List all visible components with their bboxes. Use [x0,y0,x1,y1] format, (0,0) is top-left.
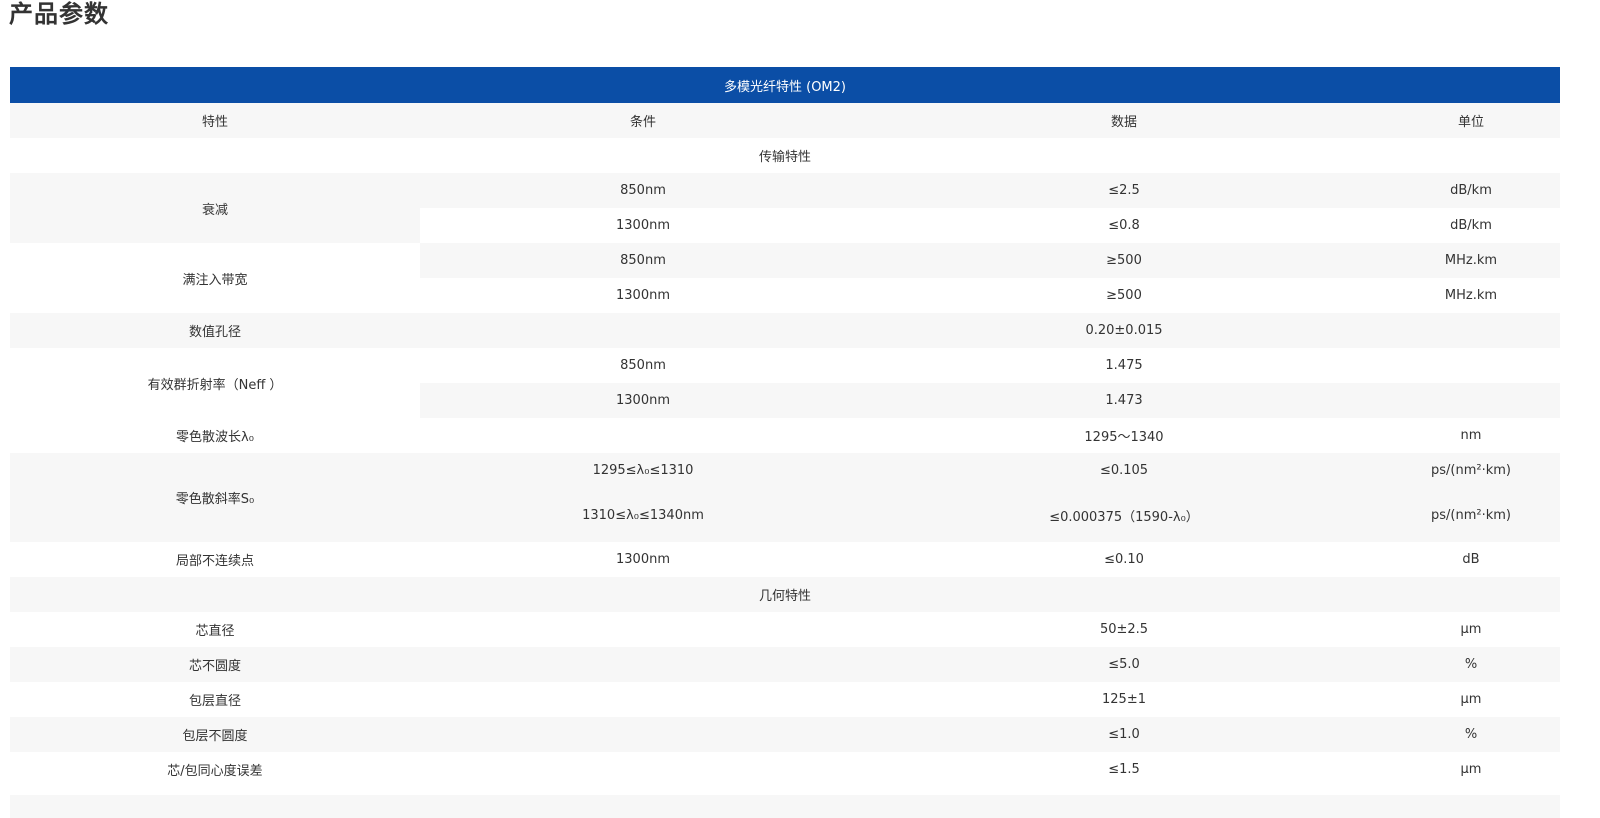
core-diameter-unit: μm [1460,622,1482,637]
concentricity-error-unit: μm [1460,762,1482,777]
group-index-unit [1382,348,1560,383]
point-discontinuity-value: ≤0.10 [1104,552,1144,567]
cladding-noncircularity-name: 包层不圆度 [182,729,248,744]
table-title: 多模光纤特性 (OM2) [10,67,1560,103]
group-index-condition: 1300nm [616,393,670,408]
core-noncircularity-name: 芯不圆度 [188,659,241,674]
bandwidth-condition: 850nm [620,253,666,268]
table-row: 局部不连续点 1300nm ≤0.10 dB [10,542,1560,577]
table-row: 芯直径 50±2.5 μm [10,612,1560,647]
zero-dispersion-wavelength-value: 1295～1340 [1084,430,1164,445]
table-row: 芯不圆度 ≤5.0 % [10,647,1560,682]
group-index-name: 有效群折射率（Neff ） [10,348,420,418]
table-header-row: 特性 条件 数据 单位 [10,103,1560,138]
attenuation-name: 衰减 [10,173,420,243]
group-index-unit [1382,383,1560,418]
bandwidth-unit: MHz.km [1444,288,1498,303]
header-unit: 单位 [1457,115,1484,130]
attenuation-unit: dB/km [1450,183,1492,198]
section-transmission: 传输特性 [758,150,811,165]
zero-dispersion-slope-condition: 1310≤λ₀≤1340nm [420,488,866,542]
table-row: 零色散波长λ₀ 1295～1340 nm [10,418,1560,453]
numerical-aperture-unit [1382,313,1560,348]
table-row: 有效群折射率（Neff ） 850nm 1.475 [10,348,1560,418]
cladding-noncircularity-value: ≤1.0 [1108,727,1140,742]
section-geometry: 几何特性 [758,589,811,604]
zero-dispersion-slope-value: ≤0.000375（1590-λ₀） [866,488,1382,542]
concentricity-error-condition [420,752,866,787]
numerical-aperture-value: 0.20±0.015 [1085,323,1163,338]
section-row-transmission: 传输特性 [10,138,1560,173]
zero-dispersion-wavelength-name: 零色散波长λ₀ [176,430,254,445]
spec-table: 多模光纤特性 (OM2) 特性 条件 数据 单位 传输特性 衰减 850nm ≤… [10,67,1560,787]
group-index-value: 1.475 [1105,358,1143,373]
attenuation-value: ≤0.8 [1108,218,1140,233]
bandwidth-name: 满注入带宽 [10,243,420,313]
header-data: 数据 [1110,115,1137,130]
core-noncircularity-condition [420,647,866,682]
zero-dispersion-slope-condition: 1295≤λ₀≤1310 [592,463,694,478]
group-index-condition: 850nm [620,358,666,373]
bandwidth-unit: MHz.km [1444,253,1498,268]
table-row: 包层不圆度 ≤1.0 % [10,717,1560,752]
core-noncircularity-value: ≤5.0 [1108,657,1140,672]
table-title-row: 多模光纤特性 (OM2) [10,67,1560,103]
cladding-noncircularity-condition [420,717,866,752]
core-noncircularity-unit: % [1464,657,1478,672]
cladding-noncircularity-unit: % [1464,727,1478,742]
table-row: 包层直径 125±1 μm [10,682,1560,717]
numerical-aperture-name: 数值孔径 [188,325,241,340]
table-row: 衰减 850nm ≤2.5 dB/km [10,173,1560,243]
core-diameter-name: 芯直径 [195,624,235,639]
table-continuation-row [10,795,1560,818]
bandwidth-condition: 1300nm [616,288,670,303]
zero-dispersion-wavelength-unit: nm [1460,428,1482,443]
point-discontinuity-condition: 1300nm [616,552,670,567]
table-row: 零色散斜率S₀ 1295≤λ₀≤1310 ≤0.105 ps/(nm²·km) [10,453,1560,542]
numerical-aperture-condition [420,313,866,348]
cladding-diameter-condition [420,682,866,717]
page-title: 产品参数 [9,0,109,28]
attenuation-condition: 1300nm [616,218,670,233]
cladding-diameter-value: 125±1 [1102,692,1146,707]
zero-dispersion-slope-name: 零色散斜率S₀ [10,453,420,542]
header-condition: 条件 [629,115,656,130]
table-row: 芯/包同心度误差 ≤1.5 μm [10,752,1560,787]
bandwidth-value: ≥500 [1106,253,1142,268]
point-discontinuity-unit: dB [1462,552,1480,567]
point-discontinuity-name: 局部不连续点 [175,554,254,569]
zero-dispersion-slope-unit: ps/(nm²·km) [1382,488,1560,542]
attenuation-condition: 850nm [620,183,666,198]
group-index-value: 1.473 [1105,393,1143,408]
zero-dispersion-wavelength-condition [420,418,866,453]
core-diameter-condition [420,612,866,647]
table-row: 数值孔径 0.20±0.015 [10,313,1560,348]
section-row-geometry: 几何特性 [10,577,1560,612]
zero-dispersion-slope-value: ≤0.105 [1099,463,1149,478]
core-diameter-value: 50±2.5 [1099,622,1149,637]
header-property: 特性 [201,115,228,130]
bandwidth-value: ≥500 [1106,288,1142,303]
concentricity-error-name: 芯/包同心度误差 [167,764,263,779]
zero-dispersion-slope-unit: ps/(nm²·km) [1431,463,1511,478]
cladding-diameter-unit: μm [1460,692,1482,707]
concentricity-error-value: ≤1.5 [1108,762,1140,777]
attenuation-value: ≤2.5 [1108,183,1140,198]
table-row: 满注入带宽 850nm ≥500 MHz.km [10,243,1560,313]
cladding-diameter-name: 包层直径 [188,694,241,709]
attenuation-unit: dB/km [1450,218,1492,233]
